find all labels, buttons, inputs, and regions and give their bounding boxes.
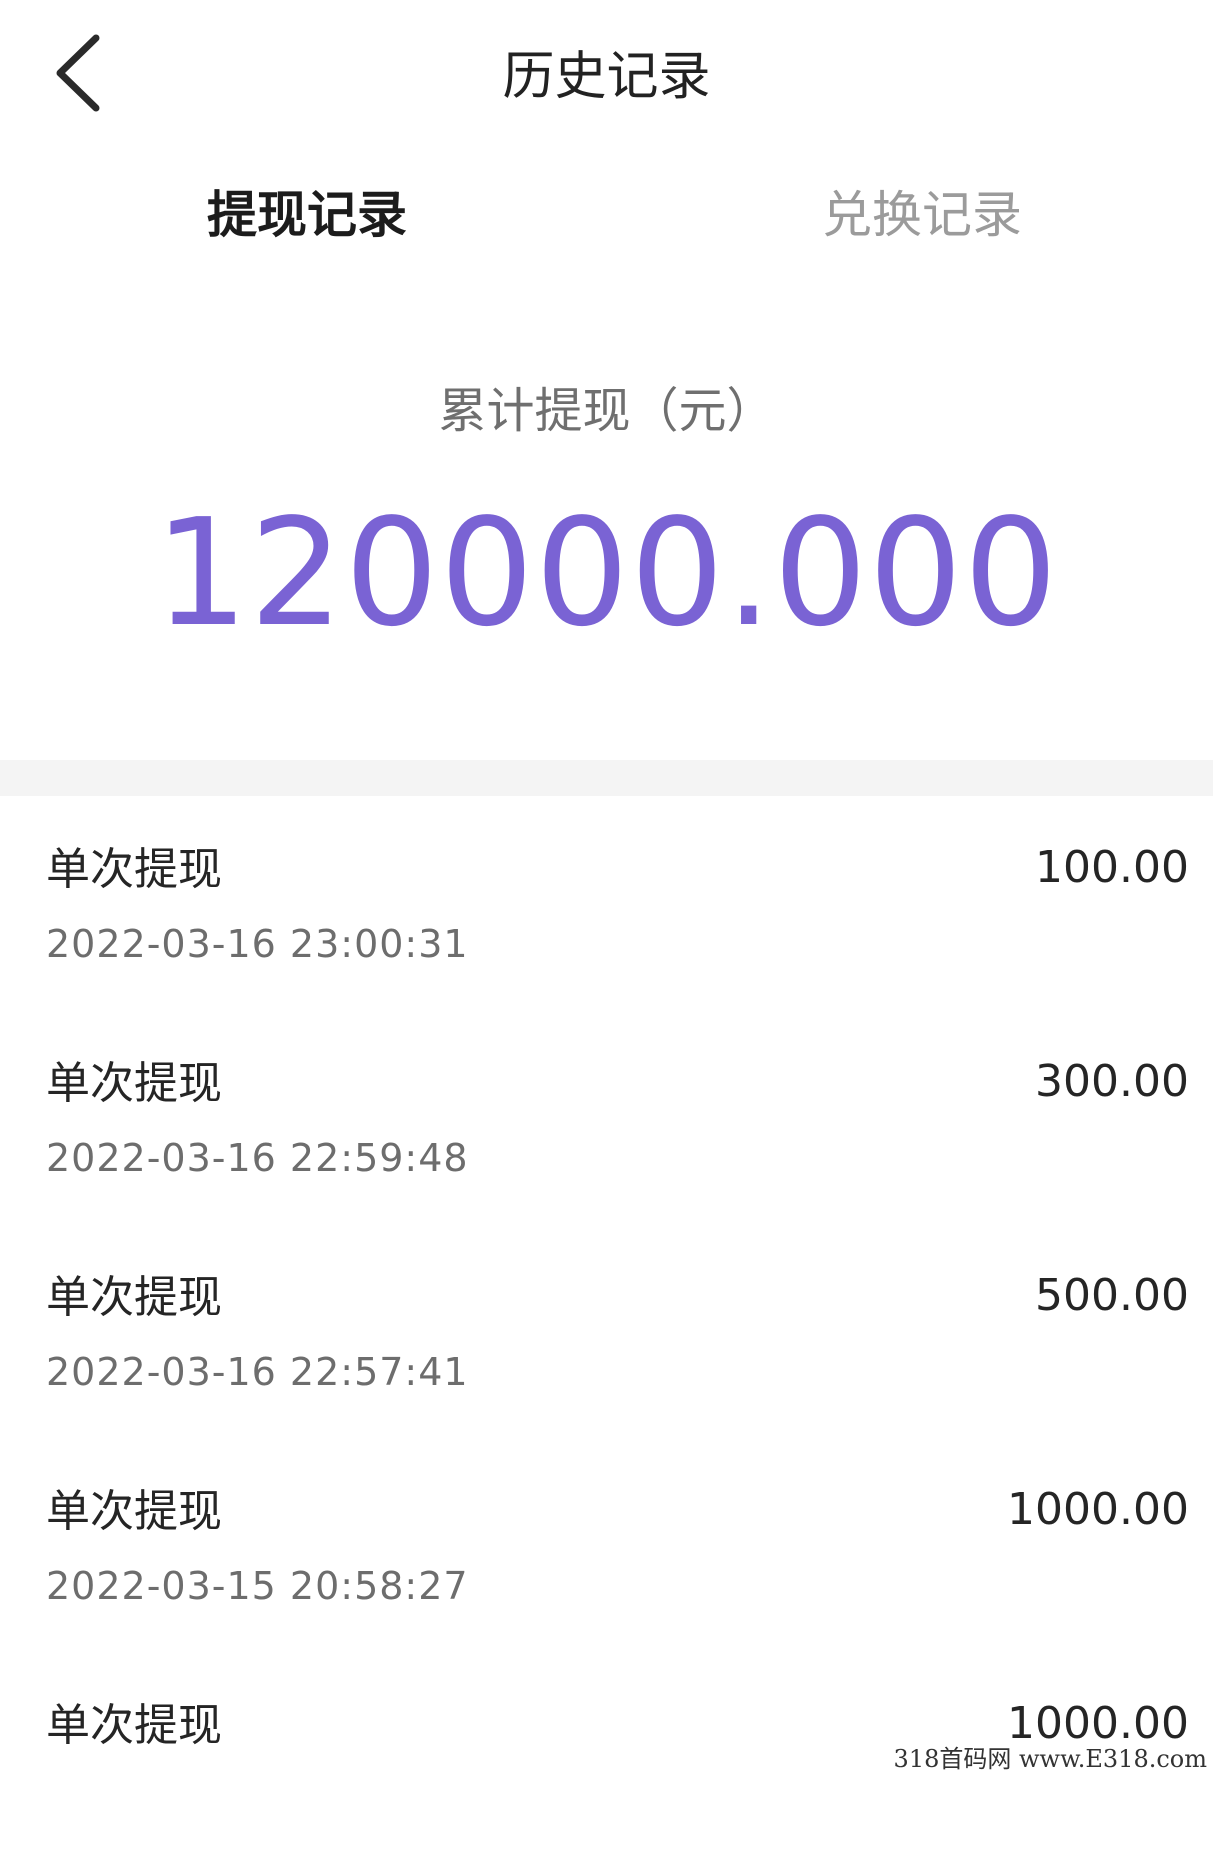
site-watermark: 318首码网 www.E318.com: [893, 1745, 1207, 1773]
section-divider: [0, 760, 1213, 796]
header-bar: 历史记录: [0, 0, 1213, 150]
record-amount: 100.00: [1035, 842, 1189, 893]
tab-withdraw-records[interactable]: 提现记录: [147, 170, 467, 260]
record-time: 2022-03-16 22:59:48: [46, 1136, 469, 1180]
list-item[interactable]: 单次提现 2022-03-16 23:00:31 100.00: [0, 796, 1213, 1010]
record-title: 单次提现: [46, 1486, 222, 1537]
record-amount: 300.00: [1035, 1056, 1189, 1107]
record-title: 单次提现: [46, 1700, 222, 1751]
tab-bar: 提现记录 兑换记录: [0, 170, 1213, 260]
list-item[interactable]: 单次提现 2022-03-15 20:58:27 1000.00: [0, 1438, 1213, 1652]
total-withdrawal-label: 累计提现（元）: [438, 383, 775, 439]
record-time: 2022-03-16 23:00:31: [46, 922, 469, 966]
record-amount: 1000.00: [1007, 1484, 1189, 1535]
list-item[interactable]: 单次提现 2022-03-16 22:59:48 300.00: [0, 1010, 1213, 1224]
record-time: 2022-03-16 22:57:41: [46, 1350, 469, 1394]
withdrawal-record-list: 单次提现 2022-03-16 23:00:31 100.00 单次提现 202…: [0, 796, 1213, 1866]
total-withdrawal-amount: 120000.000: [154, 487, 1059, 659]
list-item[interactable]: 单次提现 2022-03-16 22:57:41 500.00: [0, 1224, 1213, 1438]
record-title: 单次提现: [46, 1058, 222, 1109]
record-time: 2022-03-15 20:58:27: [46, 1564, 469, 1608]
tab-exchange-records[interactable]: 兑换记录: [762, 170, 1082, 260]
page-title: 历史记录: [502, 47, 711, 107]
record-title: 单次提现: [46, 844, 222, 895]
record-amount: 500.00: [1035, 1270, 1189, 1321]
record-title: 单次提现: [46, 1272, 222, 1323]
